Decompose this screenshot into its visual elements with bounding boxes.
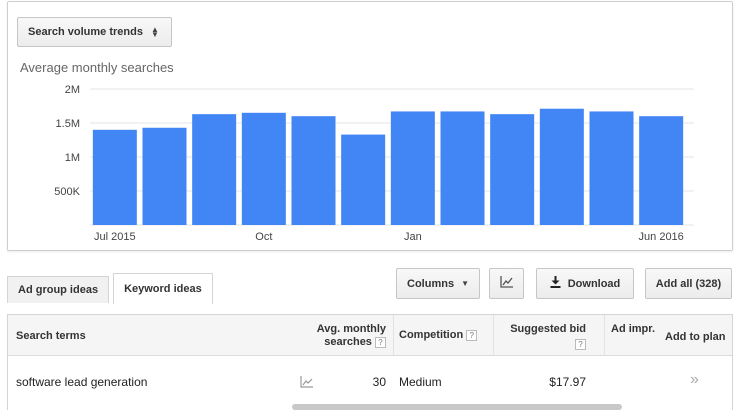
header-suggested-bid[interactable]: Suggested bid ? [498,323,586,351]
header-suggested-bid-label: Suggested bid [510,323,586,335]
columns-button[interactable]: Columns ▼ [396,268,480,299]
line-chart-icon [499,276,514,291]
header-avg-line1: Avg. monthly [316,323,386,335]
y-tick-label: 2M [65,84,80,96]
header-search-terms[interactable]: Search terms [16,330,86,343]
bar [241,112,286,225]
bar [440,111,485,225]
download-button[interactable]: Download [536,268,634,299]
keyword-ideas-table: Search terms Avg. monthly searches ? Com… [7,314,733,410]
tab-label: Ad group ideas [18,284,99,296]
bar [92,129,137,225]
cell-avg-searches: 30 [372,375,386,389]
bar [192,114,237,225]
x-tick-label: Jul 2015 [94,231,136,243]
bar [539,108,584,225]
bar [490,114,535,225]
download-icon [550,276,561,291]
bar [589,111,634,225]
x-tick-label: Jan [404,231,422,243]
table-row: software lead generation 30 Medium $17.9… [8,357,732,407]
tab-label: Keyword ideas [124,283,202,295]
bar [291,116,336,225]
help-icon[interactable]: ? [466,329,478,341]
table-header: Search terms Avg. monthly searches ? Com… [8,315,732,356]
bar [142,127,187,225]
tab-ad-group-ideas[interactable]: Ad group ideas [7,276,110,303]
header-add-to-plan: Add to plan [665,331,726,343]
add-all-button[interactable]: Add all (328) [645,268,732,299]
cell-search-term: software lead generation [16,375,148,389]
columns-label: Columns [407,277,455,290]
idea-tabs: Ad group ideas Keyword ideas [7,273,217,306]
cell-suggested-bid: $17.97 [549,375,586,389]
header-ad-impr[interactable]: Ad impr. [611,323,655,336]
y-tick-label: 1M [65,152,80,164]
add-to-plan-icon[interactable]: » [690,371,699,389]
bar [639,116,684,225]
bar [390,111,435,225]
y-tick-label: 1.5M [56,118,80,130]
help-icon[interactable]: ? [575,338,586,350]
trend-chart-icon[interactable] [300,376,314,388]
y-tick-label: 500K [54,186,80,198]
x-tick-label: Jun 2016 [639,231,684,243]
header-avg-monthly-searches[interactable]: Avg. monthly searches ? [304,323,386,349]
caret-down-icon: ▼ [461,279,469,288]
add-all-label: Add all (328) [655,277,722,290]
help-icon[interactable]: ? [375,336,386,348]
cell-competition: Medium [399,375,442,389]
horizontal-scrollbar[interactable] [292,404,622,410]
chart-toggle-button[interactable] [489,268,524,299]
download-label: Download [567,277,621,290]
header-competition-label: Competition [399,329,464,341]
header-competition[interactable]: Competition ? [399,329,478,342]
x-tick-label: Oct [255,231,272,243]
header-avg-line2: searches [324,336,372,348]
bar-chart: 500K 1M 1.5M 2M Jul 2015 Oct Jan Jun 2016 [54,84,694,243]
bar [341,134,386,225]
tab-keyword-ideas[interactable]: Keyword ideas [113,273,213,304]
